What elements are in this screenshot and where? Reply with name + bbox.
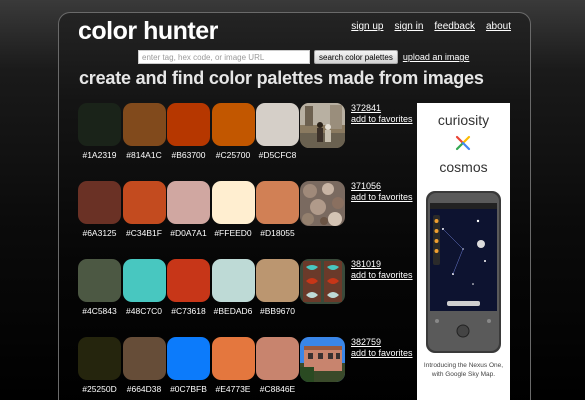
advertisement[interactable]: curiosity cosmos Introducing the Nexus O… xyxy=(417,103,510,400)
hex-code[interactable]: #E4773E xyxy=(212,384,255,394)
hex-code[interactable]: #B63700 xyxy=(167,150,210,160)
color-swatch-item: #4C5843 xyxy=(78,259,124,316)
upload-image-link[interactable]: upload an image xyxy=(403,52,470,62)
add-to-favorites-link[interactable]: add to favorites xyxy=(351,348,413,359)
color-swatch[interactable] xyxy=(167,181,210,224)
google-x-icon xyxy=(455,135,471,151)
palette-id-link[interactable]: 371056 xyxy=(351,181,413,192)
hex-code[interactable]: #664D38 xyxy=(123,384,166,394)
building-photo-icon[interactable] xyxy=(300,337,345,382)
color-swatch-item: #D0A7A1 xyxy=(167,181,213,238)
palette-links: 381019 add to favorites xyxy=(351,259,413,281)
color-swatch-item: #C25700 xyxy=(211,103,258,160)
hex-code[interactable]: #814A1C xyxy=(123,150,166,160)
search-input[interactable] xyxy=(138,50,310,64)
color-swatch[interactable] xyxy=(122,103,166,146)
palette-links: 372841 add to favorites xyxy=(351,103,413,125)
color-swatch[interactable] xyxy=(211,337,255,380)
palette-id-link[interactable]: 372841 xyxy=(351,103,413,114)
hex-code[interactable]: #6A3125 xyxy=(78,228,121,238)
hex-code[interactable]: #BB9670 xyxy=(256,306,299,316)
ad-caption-line-1: Introducing the Nexus One, xyxy=(423,362,504,369)
color-swatch-item: #C8846E xyxy=(256,337,302,394)
pebbles-photo-icon[interactable] xyxy=(300,181,345,226)
hex-code[interactable]: #C73618 xyxy=(167,306,210,316)
add-to-favorites-link[interactable]: add to favorites xyxy=(351,114,413,125)
hex-code[interactable]: #25250D xyxy=(78,384,121,394)
color-swatch-item: #48C7C0 xyxy=(122,259,169,316)
color-swatch-item: #C73618 xyxy=(167,259,213,316)
hex-code[interactable]: #D0A7A1 xyxy=(167,228,210,238)
search-bar: search color palettes upload an image xyxy=(138,49,469,65)
hex-code[interactable]: #48C7C0 xyxy=(123,306,166,316)
hex-code[interactable]: #C25700 xyxy=(212,150,255,160)
color-swatch[interactable] xyxy=(167,103,210,146)
add-to-favorites-link[interactable]: add to favorites xyxy=(351,270,413,281)
color-swatch-item: #BEDAD6 xyxy=(211,259,258,316)
color-swatch-item: #BB9670 xyxy=(256,259,302,316)
color-swatch[interactable] xyxy=(256,337,299,380)
nexus-one-phone-icon xyxy=(426,191,501,353)
hex-code[interactable]: #0C7BFB xyxy=(167,384,210,394)
hex-code[interactable]: #D5CFC8 xyxy=(256,150,299,160)
color-swatch-item: #D5CFC8 xyxy=(256,103,302,160)
color-swatch-item: #25250D xyxy=(78,337,124,394)
add-to-favorites-link[interactable]: add to favorites xyxy=(351,192,413,203)
palette-row: #25250D #664D38 #0C7BFB #E4773E #C8846E 38275… xyxy=(78,337,418,400)
color-swatch-item: #814A1C xyxy=(122,103,169,160)
color-swatch-item: #E4773E xyxy=(211,337,258,394)
color-swatch[interactable] xyxy=(78,181,121,224)
palette-links: 382759 add to favorites xyxy=(351,337,413,359)
color-swatch[interactable] xyxy=(211,181,255,224)
color-swatch[interactable] xyxy=(211,259,255,302)
nav-feedback[interactable]: feedback xyxy=(434,21,475,32)
color-swatch[interactable] xyxy=(78,103,121,146)
color-swatch-item: #6A3125 xyxy=(78,181,124,238)
color-swatch[interactable] xyxy=(211,103,255,146)
nav-sign-in[interactable]: sign in xyxy=(394,21,423,32)
palette-row: #4C5843 #48C7C0 #C73618 #BEDAD6 #BB9670 38101… xyxy=(78,259,418,325)
color-swatch[interactable] xyxy=(78,337,121,380)
hex-code[interactable]: #1A2319 xyxy=(78,150,121,160)
color-swatch[interactable] xyxy=(122,259,166,302)
color-swatch[interactable] xyxy=(167,337,210,380)
palette-links: 371056 add to favorites xyxy=(351,181,413,203)
color-swatch-item: #D18055 xyxy=(256,181,302,238)
top-nav: sign up sign in feedback about xyxy=(351,21,511,32)
color-swatch[interactable] xyxy=(122,181,166,224)
hex-code[interactable]: #C8846E xyxy=(256,384,299,394)
search-button[interactable]: search color palettes xyxy=(314,50,398,64)
hex-code[interactable]: #C34B1F xyxy=(123,228,166,238)
ad-subheadline: cosmos xyxy=(439,159,488,175)
site-logo[interactable]: color hunter xyxy=(78,17,218,46)
nav-about[interactable]: about xyxy=(486,21,511,32)
palette-row: #6A3125 #C34B1F #D0A7A1 #FFEED0 #D18055 37105… xyxy=(78,181,418,247)
hex-code[interactable]: #D18055 xyxy=(256,228,299,238)
palette-id-link[interactable]: 382759 xyxy=(351,337,413,348)
color-swatch-item: #1A2319 xyxy=(78,103,124,160)
color-swatch[interactable] xyxy=(167,259,210,302)
ad-caption: Introducing the Nexus One, with Google S… xyxy=(417,361,510,379)
ad-headline: curiosity xyxy=(437,112,490,128)
color-swatch-item: #B63700 xyxy=(167,103,213,160)
color-swatch-item: #664D38 xyxy=(122,337,169,394)
hex-code[interactable]: #4C5843 xyxy=(78,306,121,316)
street-photo-icon[interactable] xyxy=(300,103,345,148)
color-swatch-item: #FFEED0 xyxy=(211,181,258,238)
hex-code[interactable]: #FFEED0 xyxy=(212,228,255,238)
color-swatch[interactable] xyxy=(256,103,299,146)
color-swatch-item: #C34B1F xyxy=(122,181,169,238)
palette-row: #1A2319 #814A1C #B63700 #C25700 #D5CFC8 37284… xyxy=(78,103,418,169)
nav-sign-up[interactable]: sign up xyxy=(351,21,383,32)
ornate-door-photo-icon[interactable] xyxy=(300,259,345,304)
palette-id-link[interactable]: 381019 xyxy=(351,259,413,270)
color-swatch[interactable] xyxy=(78,259,121,302)
color-swatch[interactable] xyxy=(256,181,299,224)
ad-caption-line-2: with Google Sky Map. xyxy=(431,371,496,378)
color-swatch-item: #0C7BFB xyxy=(167,337,213,394)
hex-code[interactable]: #BEDAD6 xyxy=(212,306,255,316)
color-swatch[interactable] xyxy=(122,337,166,380)
color-swatch[interactable] xyxy=(256,259,299,302)
page-title: create and find color palettes made from… xyxy=(79,68,484,88)
